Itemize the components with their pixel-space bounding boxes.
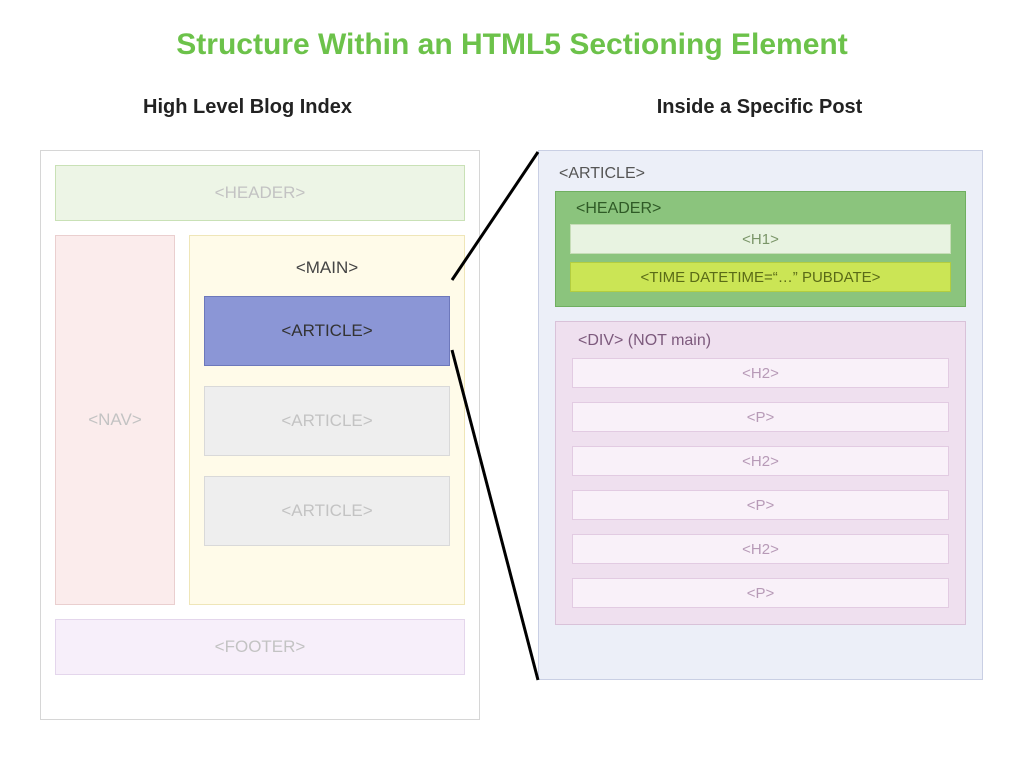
main-box: <MAIN> <ARTICLE> <ARTICLE> <ARTICLE>	[189, 235, 465, 605]
page-title: Structure Within an HTML5 Sectioning Ele…	[0, 0, 1024, 62]
left-subtitle: High Level Blog Index	[0, 96, 495, 119]
article-label: <ARTICLE>	[559, 165, 966, 183]
div-box: <DIV> (NOT main) <H2> <P> <H2> <P> <H2> …	[555, 321, 966, 625]
h2-box: <H2>	[572, 534, 949, 564]
inner-header-box: <HEADER> <H1> <TIME DATETIME=“…” PUBDATE…	[555, 191, 966, 307]
subtitles-row: High Level Blog Index Inside a Specific …	[0, 96, 1024, 119]
p-box: <P>	[572, 402, 949, 432]
article-box: <ARTICLE>	[204, 476, 450, 546]
h2-box: <H2>	[572, 358, 949, 388]
blog-index-panel: <HEADER> <NAV> <MAIN> <ARTICLE> <ARTICLE…	[40, 150, 480, 720]
right-subtitle: Inside a Specific Post	[495, 96, 1024, 119]
footer-box: <FOOTER>	[55, 619, 465, 675]
p-box: <P>	[572, 490, 949, 520]
article-detail-panel: <ARTICLE> <HEADER> <H1> <TIME DATETIME=“…	[538, 150, 983, 680]
h1-box: <H1>	[570, 224, 951, 254]
time-box: <TIME DATETIME=“…” PUBDATE>	[570, 262, 951, 292]
article-box: <ARTICLE>	[204, 386, 450, 456]
div-label: <DIV> (NOT main)	[578, 332, 949, 350]
diagram-canvas: <HEADER> <NAV> <MAIN> <ARTICLE> <ARTICLE…	[0, 150, 1024, 730]
main-label: <MAIN>	[204, 258, 450, 278]
p-box: <P>	[572, 578, 949, 608]
h2-box: <H2>	[572, 446, 949, 476]
article-box-focused: <ARTICLE>	[204, 296, 450, 366]
header-box: <HEADER>	[55, 165, 465, 221]
inner-header-label: <HEADER>	[576, 200, 951, 218]
nav-box: <NAV>	[55, 235, 175, 605]
